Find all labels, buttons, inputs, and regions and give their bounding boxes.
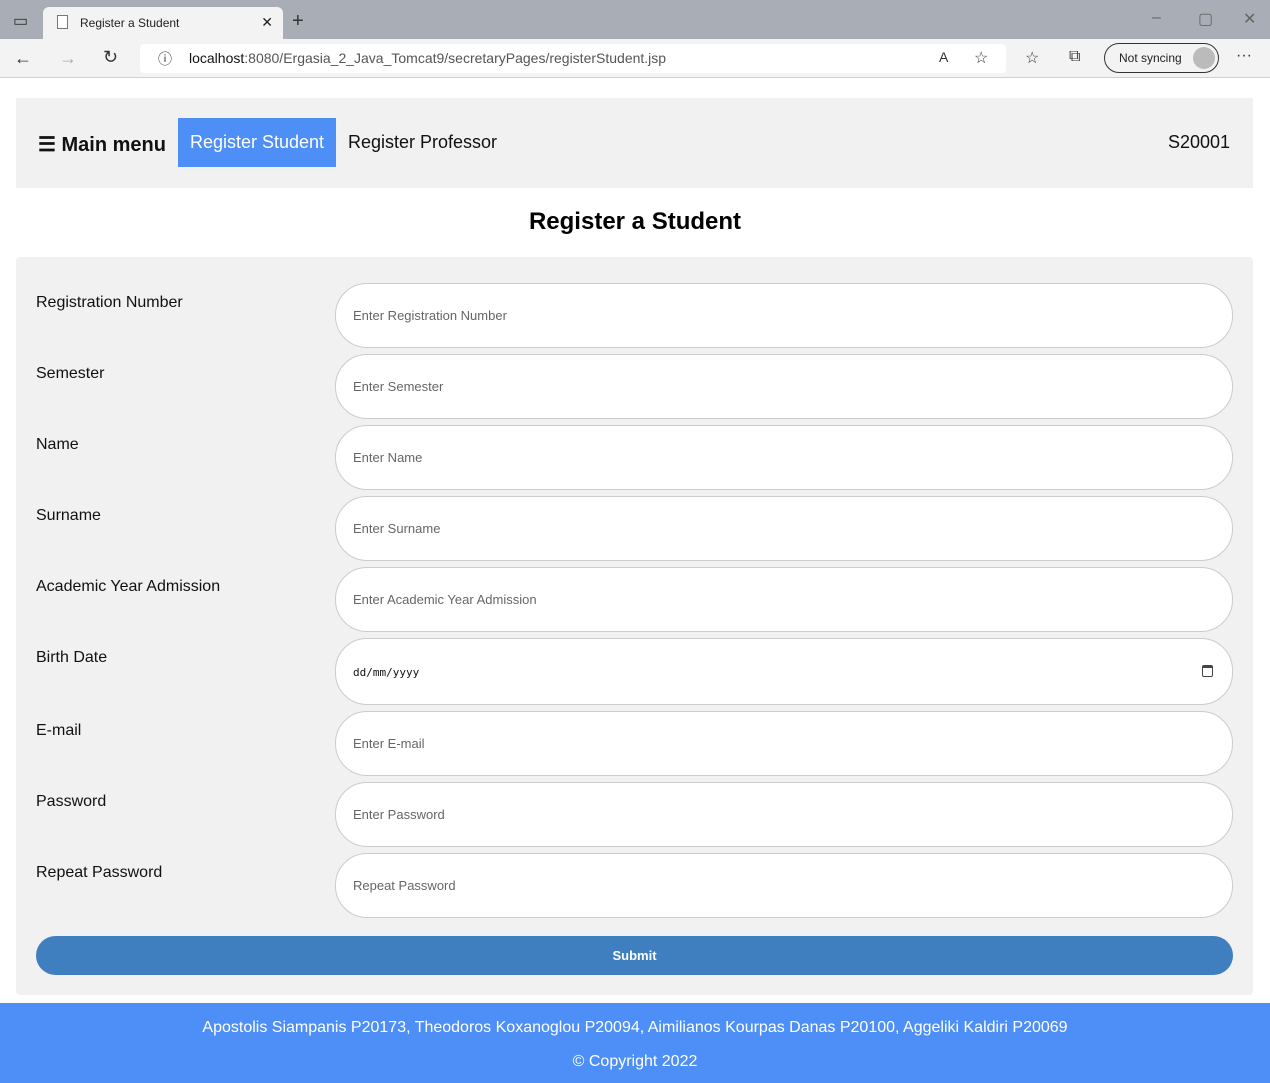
- birth-date-label: Birth Date: [36, 649, 108, 666]
- copyright-text: © Copyright 2022: [572, 1053, 698, 1070]
- semester-label: Semester: [36, 365, 105, 382]
- calendar-icon[interactable]: [1202, 665, 1213, 677]
- back-icon[interactable]: ←: [14, 48, 32, 69]
- placeholder: Enter Surname: [353, 521, 441, 536]
- tab-bar: ▭ Register a Student ✕ + – ▢ ✕: [0, 0, 1270, 39]
- main-menu-link[interactable]: ☰ Main menu: [38, 132, 166, 157]
- placeholder: dd/mm/yyyy: [353, 666, 420, 679]
- password-input[interactable]: Enter Password: [335, 782, 1233, 847]
- maximize-icon[interactable]: ▢: [1198, 9, 1213, 29]
- add-favorite-icon[interactable]: ☆: [974, 48, 988, 68]
- authors-text: Apostolis Siampanis P20173, Theodoros Ko…: [202, 1019, 1068, 1036]
- repeat-password-label: Repeat Password: [36, 864, 163, 881]
- registration-number-label: Registration Number: [36, 294, 183, 311]
- favorites-icon[interactable]: ☆: [1025, 48, 1039, 68]
- placeholder: Enter Academic Year Admission: [353, 592, 537, 607]
- forward-icon[interactable]: →: [59, 48, 77, 69]
- close-window-icon[interactable]: ✕: [1243, 9, 1256, 29]
- placeholder: Enter Semester: [353, 379, 444, 394]
- minimize-icon[interactable]: –: [1152, 9, 1161, 27]
- url-host: localhost: [189, 50, 245, 66]
- tab-title: Register a Student: [80, 16, 180, 30]
- tab-actions-icon[interactable]: ▭: [13, 11, 28, 31]
- surname-label: Surname: [36, 507, 101, 524]
- surname-input[interactable]: Enter Surname: [335, 496, 1233, 561]
- birth-date-input[interactable]: dd/mm/yyyy: [335, 638, 1233, 705]
- register-form: Registration Number Enter Registration Nu…: [16, 257, 1253, 995]
- register-student-link[interactable]: Register Student: [178, 118, 336, 167]
- refresh-icon[interactable]: ↻: [103, 47, 118, 68]
- page-icon: [57, 15, 68, 29]
- academic-year-admission-input[interactable]: Enter Academic Year Admission: [335, 567, 1233, 632]
- address-bar-row: ← → ↻ ⓘ localhost:8080/Ergasia_2_Java_To…: [0, 39, 1270, 78]
- footer: Apostolis Siampanis P20173, Theodoros Ko…: [0, 1003, 1270, 1083]
- register-professor-link[interactable]: Register Professor: [348, 132, 497, 153]
- close-tab-icon[interactable]: ✕: [261, 14, 273, 31]
- name-label: Name: [36, 436, 79, 453]
- e-mail-label: E-mail: [36, 722, 82, 739]
- placeholder: Enter Password: [353, 807, 445, 822]
- e-mail-input[interactable]: Enter E-mail: [335, 711, 1233, 776]
- new-tab-icon[interactable]: +: [292, 10, 304, 33]
- read-aloud-icon[interactable]: A: [939, 49, 948, 65]
- password-label: Password: [36, 793, 107, 810]
- registration-number-input[interactable]: Enter Registration Number: [335, 283, 1233, 348]
- repeat-password-input[interactable]: Repeat Password: [335, 853, 1233, 918]
- name-input[interactable]: Enter Name: [335, 425, 1233, 490]
- placeholder: Enter Registration Number: [353, 308, 507, 323]
- profile-sync-button[interactable]: Not syncing: [1104, 43, 1219, 73]
- navbar: ☰ Main menu Register Student Register Pr…: [16, 98, 1253, 188]
- submit-button[interactable]: Submit: [36, 936, 1233, 975]
- url-field[interactable]: ⓘ localhost:8080/Ergasia_2_Java_Tomcat9/…: [140, 44, 1006, 73]
- more-icon[interactable]: ···: [1236, 47, 1252, 65]
- info-icon[interactable]: ⓘ: [158, 49, 172, 69]
- placeholder: Repeat Password: [353, 878, 456, 893]
- sync-label: Not syncing: [1119, 51, 1182, 65]
- semester-input[interactable]: Enter Semester: [335, 354, 1233, 419]
- user-id: S20001: [1167, 132, 1230, 152]
- placeholder: Enter E-mail: [353, 736, 425, 751]
- collections-icon[interactable]: ⧉: [1069, 48, 1080, 66]
- academic-year-admission-label: Academic Year Admission: [36, 578, 221, 595]
- url-path: :8080/Ergasia_2_Java_Tomcat9/secretaryPa…: [244, 50, 667, 66]
- avatar: [1193, 47, 1215, 69]
- page-title: Register a Student: [528, 208, 742, 235]
- placeholder: Enter Name: [353, 450, 423, 465]
- browser-tab[interactable]: Register a Student ✕: [43, 7, 283, 39]
